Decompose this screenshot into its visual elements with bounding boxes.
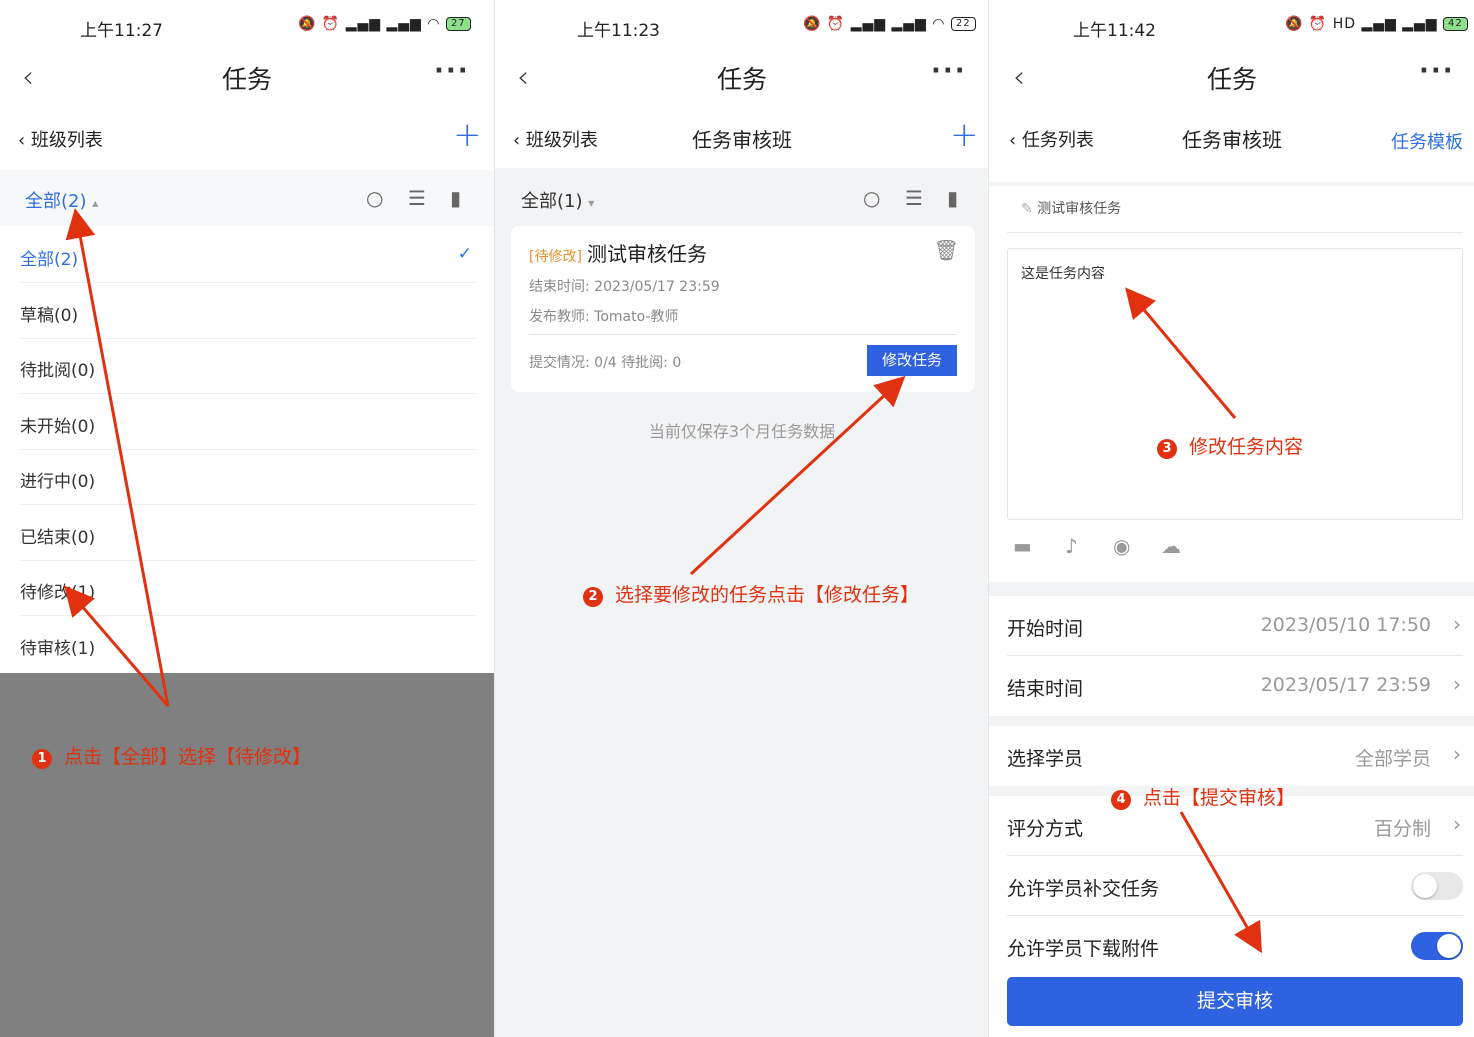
screen-edit-task: 上午11:42 🔕 ⏰ HD ▂▄▆ ▂▄▆ 42 ‹ 任务 ··· ‹ 任务列… [988, 0, 1474, 1037]
arrow-to-content [1125, 287, 1237, 419]
arrow-to-edit-button [689, 375, 906, 576]
arrow-to-to-modify [64, 585, 170, 707]
screen-filter-menu: 上午11:27 🔕 ⏰ ▂▄▆ ▂▄▆ ◠ 27 ‹ 任务 ··· ‹ 班级列表… [0, 0, 494, 1037]
arrow-to-submit [1179, 811, 1262, 954]
annotation-arrows [1125, 287, 1262, 954]
annotation-arrows [64, 208, 170, 707]
screen-task-list: 上午11:23 🔕 ⏰ ▂▄▆ ▂▄▆ ◠ 22 ‹ 任务 ··· ‹ 班级列表… [494, 0, 989, 1037]
annotation-arrows [689, 375, 906, 576]
arrow-to-filter [65, 208, 170, 707]
